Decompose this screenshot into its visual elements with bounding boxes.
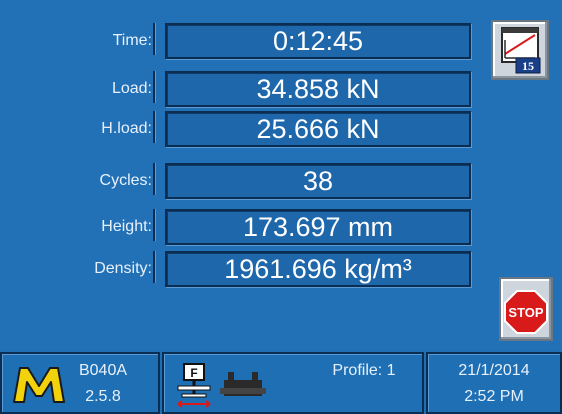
profile-panel[interactable]: F Profile: 1 xyxy=(162,352,424,414)
stop-label: STOP xyxy=(508,305,543,320)
load-label: Load: xyxy=(111,80,152,97)
datetime-panel: 21/1/2014 2:52 PM xyxy=(426,352,562,414)
density-label: Density: xyxy=(94,260,152,277)
control-screen: Time: 0:12:45 Load: 34.858 kN H.load: 25… xyxy=(0,0,562,414)
chart-icon: 15 xyxy=(501,27,541,74)
cycles-label: Cycles: xyxy=(99,172,152,189)
compactor-icon: F xyxy=(177,363,211,408)
load-value: 34.858 kN xyxy=(165,71,471,107)
time-value: 0:12:45 xyxy=(165,23,471,59)
svg-text:F: F xyxy=(190,366,197,380)
cycles-value: 38 xyxy=(165,163,471,199)
profile-label: Profile: 1 xyxy=(332,362,396,379)
density-value: 1961.696 kg/m³ xyxy=(165,251,471,287)
hload-value: 25.666 kN xyxy=(165,111,471,147)
stop-button[interactable]: STOP xyxy=(499,277,553,341)
time-text: 2:52 PM xyxy=(464,388,524,405)
time-label: Time: xyxy=(112,32,152,49)
height-label: Height: xyxy=(101,218,152,235)
mold-icon xyxy=(220,372,266,396)
firmware-panel: B040A 2.5.8 xyxy=(0,352,160,414)
date-text: 21/1/2014 xyxy=(458,362,530,379)
height-value: 173.697 mm xyxy=(165,209,471,245)
separator xyxy=(153,209,163,241)
separator xyxy=(153,251,163,283)
separator xyxy=(153,71,163,103)
stop-icon: STOP xyxy=(504,290,548,334)
separator xyxy=(153,163,163,195)
chart-badge: 15 xyxy=(522,59,534,73)
hload-label: H.load: xyxy=(101,120,152,137)
firmware-version: 2.5.8 xyxy=(85,388,121,405)
firmware-code: B040A xyxy=(78,362,128,379)
chart-button[interactable]: 15 xyxy=(491,20,549,80)
separator xyxy=(153,111,163,143)
separator xyxy=(153,23,163,55)
